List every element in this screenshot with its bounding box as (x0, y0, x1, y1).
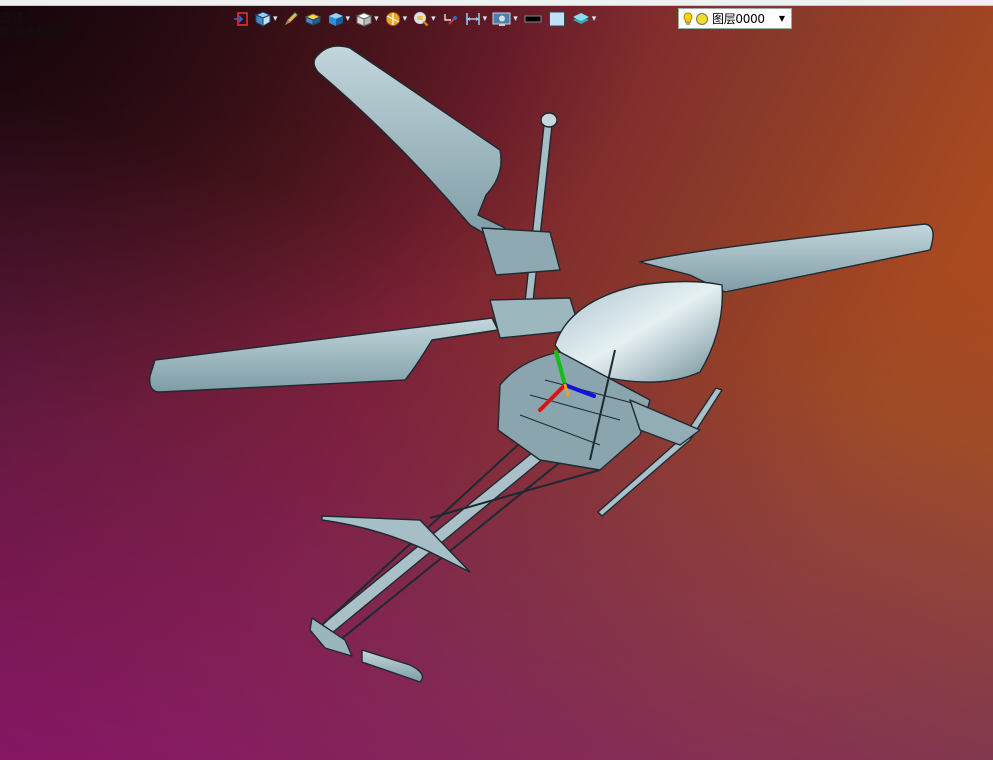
window-top-border (0, 0, 993, 6)
rotor-blade-upper (313, 45, 506, 239)
display-settings-icon (492, 12, 511, 26)
solid-yellow-icon (304, 13, 321, 26)
pencil-button[interactable] (283, 8, 299, 30)
chevron-down-icon: ▾ (402, 14, 408, 24)
chevron-down-icon: ▾ (345, 14, 351, 24)
zoom-button[interactable]: ▾ (412, 8, 436, 30)
layer-name: 图层0000 (712, 12, 765, 26)
exit-sketch-icon (234, 12, 248, 26)
tail-boom (317, 429, 567, 639)
chevron-down-icon: ▾ (591, 14, 597, 24)
color-button[interactable] (548, 8, 566, 30)
view-orient-button[interactable]: ▾ (254, 8, 278, 30)
hint-line-select: 选择 (0, 11, 25, 25)
layer-manager-button[interactable]: ▾ (571, 8, 597, 30)
chevron-down-icon: ▾ (273, 14, 278, 24)
rotate-icon (443, 14, 457, 25)
chevron-down-icon: ▾ (431, 14, 436, 24)
status-hint: 选择 取消选择提示 (0, 11, 72, 39)
color-square-icon (548, 11, 565, 27)
zoom-icon (414, 12, 429, 27)
hint-line-cancel: 取消选择提示 (0, 25, 73, 39)
layer-color-icon (696, 12, 708, 25)
cube-view-button[interactable]: ▾ (355, 8, 379, 30)
view-orient-icon (254, 11, 272, 27)
chevron-down-icon: ▾ (513, 14, 518, 24)
tail-rotor-blade (361, 649, 424, 683)
view-toolbar: ▾ ▾ ▾ ▾ ▾ ▾ ▾ ▾ (233, 7, 596, 31)
rotor-blade-left (149, 317, 499, 393)
dropdown-arrow-icon: ▼ (778, 14, 785, 23)
exit-sketch-button[interactable] (233, 8, 249, 30)
rotor-head (481, 227, 561, 276)
chevron-down-icon: ▾ (374, 14, 379, 24)
dimension-icon (465, 13, 480, 25)
section-view-icon (385, 12, 400, 26)
background-button[interactable] (523, 8, 543, 30)
landing-strut (629, 399, 701, 446)
display-style-icon (328, 13, 343, 26)
display-settings-button[interactable]: ▾ (492, 8, 518, 30)
mast-top (540, 112, 558, 128)
solid-shaded-button[interactable] (304, 8, 322, 30)
tail-boom-rod-2 (339, 449, 576, 641)
cube-view-icon (355, 12, 373, 27)
black-rect-icon (524, 15, 542, 23)
layer-icon (572, 13, 589, 24)
section-view-button[interactable]: ▾ (384, 8, 408, 30)
rotate-button[interactable] (441, 8, 459, 30)
layer-dropdown[interactable]: 图层0000 ▼ (678, 8, 792, 29)
pencil-icon (284, 12, 298, 26)
helicopter-model[interactable] (0, 0, 993, 760)
lightbulb-icon (683, 11, 693, 25)
dimension-button[interactable]: ▾ (464, 8, 488, 30)
display-style-button[interactable]: ▾ (327, 8, 351, 30)
chevron-down-icon: ▾ (482, 14, 488, 24)
